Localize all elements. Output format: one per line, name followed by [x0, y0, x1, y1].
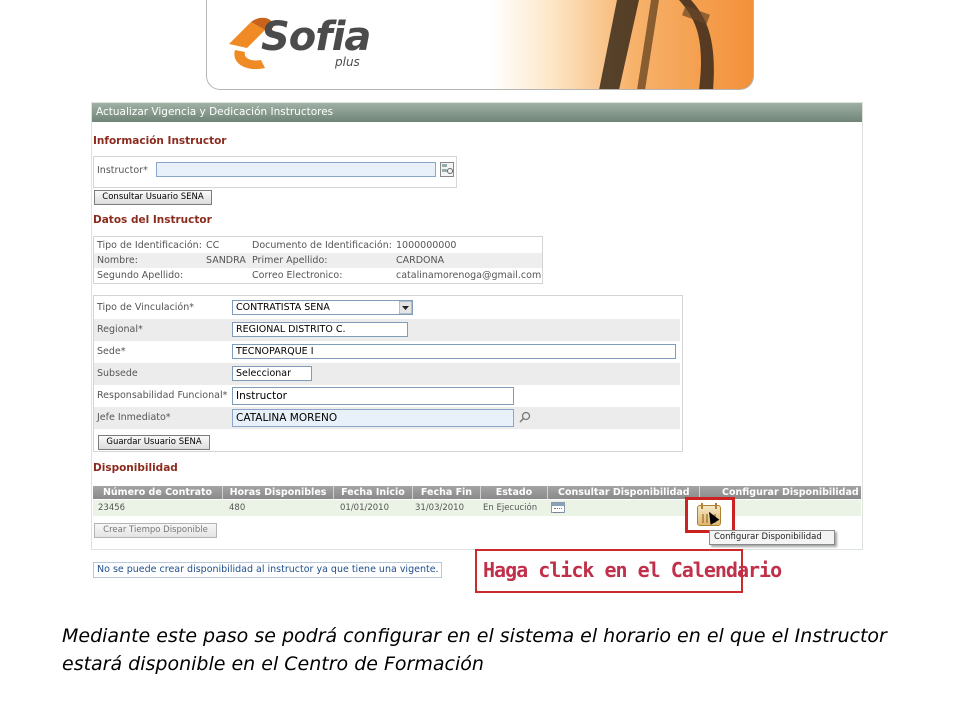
section-info-instructor: Información Instructor — [93, 135, 227, 147]
instruction-callout: Haga click en el Calendario — [475, 549, 782, 593]
consultar-calendar-icon[interactable] — [551, 502, 565, 513]
primer-apellido-label: Primer Apellido: — [252, 255, 328, 266]
calendar-rings — [701, 503, 717, 509]
col-fecha-fin[interactable]: Fecha Fin — [413, 486, 481, 499]
sede-field[interactable]: TECNOPARQUE I — [232, 344, 676, 359]
logo-text: Sofia — [261, 14, 371, 60]
subsede-select[interactable]: Seleccionar — [232, 366, 312, 381]
form-row: Tipo de Vinculación* CONTRATISTA SENA — [94, 297, 680, 319]
vinculacion-label: Tipo de Vinculación* — [97, 302, 195, 313]
cell-estado: En Ejecución — [483, 503, 538, 513]
nombre-value: SANDRA — [206, 255, 246, 266]
cell-fecha-inicio: 01/01/2010 — [340, 503, 389, 513]
slide-caption: Mediante este paso se podrá configurar e… — [62, 625, 887, 675]
correo-value: catalinamorenoga@gmail.com — [396, 270, 542, 281]
vinculacion-form: Tipo de Vinculación* CONTRATISTA SENA Re… — [93, 295, 683, 452]
validation-message: No se puede crear disponibilidad al inst… — [93, 562, 442, 578]
guardar-usuario-button[interactable]: Guardar Usuario SENA — [98, 435, 210, 450]
chevron-down-icon[interactable] — [399, 301, 412, 314]
consultar-usuario-button[interactable]: Consultar Usuario SENA — [94, 190, 212, 205]
sede-label: Sede* — [97, 346, 126, 357]
datos-row: Nombre: SANDRA Primer Apellido: CARDONA — [94, 253, 542, 268]
datos-instructor-table: Tipo de Identificación: CC Documento de … — [93, 236, 543, 284]
form-row: Sede* TECNOPARQUE I — [94, 341, 680, 363]
vinculacion-select[interactable]: CONTRATISTA SENA — [232, 300, 413, 315]
col-fecha-inicio[interactable]: Fecha Inicio — [334, 486, 413, 499]
cell-fecha-fin: 31/03/2010 — [415, 503, 464, 513]
correo-label: Correo Electronico: — [252, 270, 343, 281]
col-numero-contrato[interactable]: Número de Contrato — [93, 486, 223, 499]
sofia-plus-banner: Sofia plus — [206, 0, 754, 90]
cell-contrato: 23456 — [98, 503, 126, 513]
regional-field[interactable]: REGIONAL DISTRITO C. — [232, 322, 408, 337]
table-row[interactable]: 23456 480 01/01/2010 31/03/2010 En Ejecu… — [93, 500, 861, 516]
primer-apellido-value: CARDONA — [396, 255, 445, 266]
subsede-label: Subsede — [97, 368, 138, 379]
segundo-apellido-label: Segundo Apellido: — [97, 270, 184, 281]
instructor-search-box: Instructor* — [93, 156, 457, 188]
nombre-label: Nombre: — [97, 255, 138, 266]
form-row: Subsede Seleccionar — [94, 363, 680, 385]
app-window: Actualizar Vigencia y Dedicación Instruc… — [91, 102, 863, 550]
instructor-input[interactable] — [156, 162, 436, 177]
instructor-label: Instructor* — [97, 165, 148, 176]
section-disponibilidad: Disponibilidad — [93, 462, 178, 474]
form-row: Responsabilidad Funcional* Instructor — [94, 385, 680, 407]
responsabilidad-label: Responsabilidad Funcional* — [97, 390, 228, 401]
jefe-label: Jefe Inmediato* — [97, 412, 171, 423]
logo-subtext: plus — [335, 55, 360, 69]
tipo-id-value: CC — [206, 240, 220, 251]
window-title: Actualizar Vigencia y Dedicación Instruc… — [92, 103, 862, 122]
documento-value: 1000000000 — [396, 240, 457, 251]
col-estado[interactable]: Estado — [481, 486, 548, 499]
crear-tiempo-button[interactable]: Crear Tiempo Disponible — [94, 523, 217, 538]
form-row: Jefe Inmediato* CATALINA MORENO — [94, 407, 680, 429]
cell-horas: 480 — [229, 503, 246, 513]
search-icon[interactable] — [518, 410, 532, 424]
documento-label: Documento de Identificación: — [252, 240, 392, 251]
section-datos-instructor: Datos del Instructor — [93, 214, 212, 226]
datos-row: Tipo de Identificación: CC Documento de … — [94, 238, 542, 253]
tipo-id-label: Tipo de Identificación: — [97, 240, 202, 251]
col-horas-disponibles[interactable]: Horas Disponibles — [223, 486, 334, 499]
highlight-configurar-box — [685, 497, 735, 533]
jefe-input[interactable]: CATALINA MORENO — [232, 409, 514, 427]
col-consultar-disponibilidad[interactable]: Consultar Disponibilidad — [548, 486, 700, 499]
disponibilidad-grid-header: Número de Contrato Horas Disponibles Fec… — [93, 486, 861, 499]
regional-label: Regional* — [97, 324, 143, 335]
tooltip: Configurar Disponibilidad — [709, 530, 835, 545]
responsabilidad-input[interactable]: Instructor — [232, 387, 514, 405]
form-row: Regional* REGIONAL DISTRITO C. — [94, 319, 680, 341]
banner-decoration-icon — [599, 0, 714, 89]
datos-row: Segundo Apellido: Correo Electronico: ca… — [94, 268, 542, 283]
lookup-icon[interactable] — [440, 162, 454, 177]
